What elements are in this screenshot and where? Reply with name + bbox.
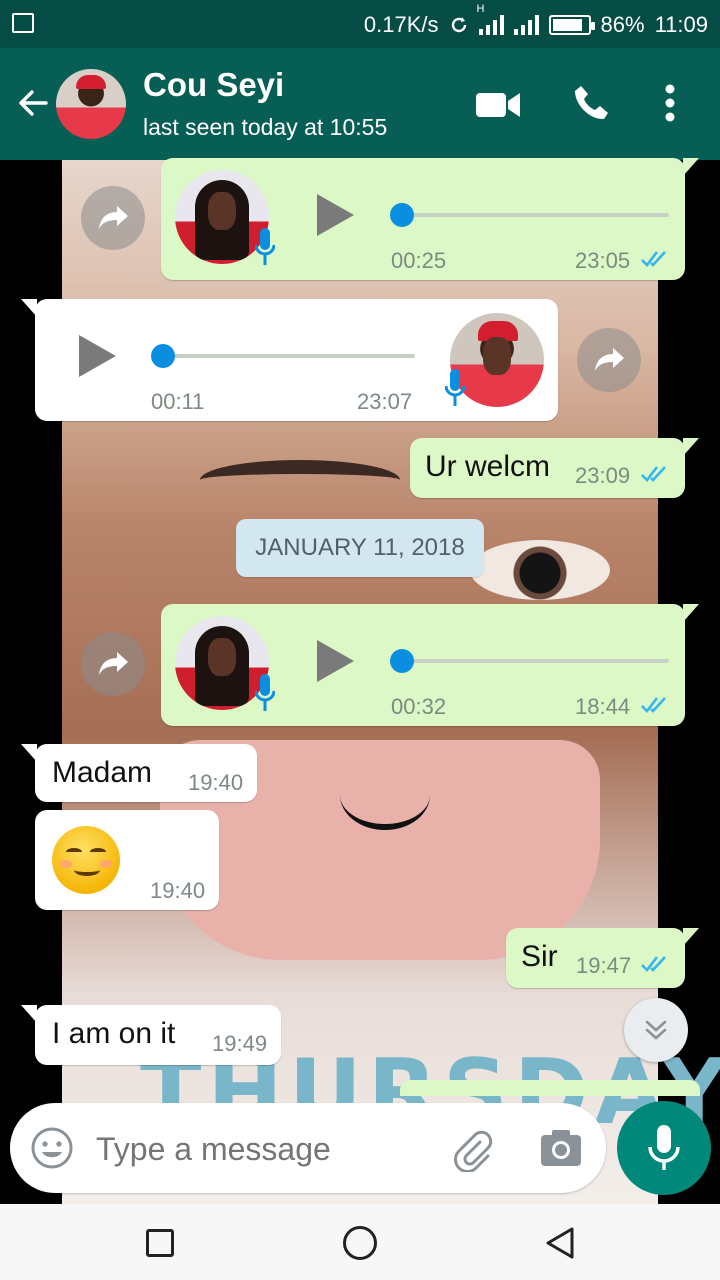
forward-icon[interactable] [81, 186, 145, 250]
message-time: 19:47 [576, 953, 632, 978]
message-time: 19:40 [150, 878, 206, 903]
status-bar: 0.17K/s H 86% 11:09 [0, 0, 720, 48]
more-options-icon[interactable] [664, 84, 676, 122]
audio-progress-track[interactable] [159, 354, 415, 358]
recents-button[interactable] [146, 1229, 174, 1257]
audio-seek-knob[interactable] [390, 649, 414, 673]
last-seen-status[interactable]: last seen today at 10:55 [143, 114, 387, 141]
video-call-icon[interactable] [476, 91, 520, 119]
read-receipt-icon [641, 466, 666, 482]
text-message[interactable]: Ur welcm 23:09 [410, 438, 699, 498]
text-message[interactable]: Sir 19:47 [506, 928, 699, 988]
play-button[interactable] [317, 194, 354, 236]
read-receipt-icon [641, 697, 666, 713]
microphone-icon [648, 1125, 680, 1170]
play-button[interactable] [317, 640, 354, 682]
audio-progress-track[interactable] [397, 213, 669, 217]
voice-message[interactable]: 00:11 23:07 [21, 299, 558, 421]
mic-icon [255, 674, 275, 711]
text-message[interactable]: Madam 19:40 [21, 744, 257, 802]
camera-icon[interactable] [540, 1129, 582, 1167]
voice-call-icon[interactable] [572, 83, 612, 123]
forward-icon[interactable] [81, 632, 145, 696]
message-composer [10, 1103, 606, 1193]
message-text: Sir [521, 940, 558, 973]
network-speed: 0.17K/s [363, 12, 439, 37]
back-arrow-icon[interactable] [16, 86, 50, 120]
battery-icon [548, 15, 595, 35]
signal-icon [513, 15, 539, 35]
battery-level: 86% [600, 12, 645, 37]
mic-icon [255, 228, 275, 265]
attach-icon[interactable] [450, 1128, 494, 1172]
audio-seek-knob[interactable] [390, 203, 414, 227]
text-message[interactable]: I am on it 19:49 [21, 1005, 281, 1065]
read-receipt-icon [641, 956, 666, 972]
message-input[interactable] [96, 1131, 436, 1168]
relieved-face-emoji [52, 826, 120, 894]
play-button[interactable] [79, 335, 116, 377]
status-clock: 11:09 [654, 12, 708, 37]
audio-progress-track[interactable] [397, 659, 669, 663]
rotate-icon [451, 17, 466, 33]
screencast-icon [12, 13, 34, 33]
message-time: 19:40 [188, 770, 244, 795]
message-text: Madam [52, 756, 153, 789]
message-time: 23:07 [357, 389, 413, 414]
voice-duration: 00:11 [151, 389, 205, 414]
emoji-icon[interactable] [30, 1126, 74, 1170]
message-text: Ur welcm [425, 450, 550, 483]
back-button[interactable] [544, 1226, 576, 1260]
scroll-to-bottom-button[interactable] [624, 998, 688, 1062]
read-receipt-icon [641, 251, 666, 267]
date-separator: JANUARY 11, 2018 [236, 519, 484, 577]
chat-header: Cou Seyi last seen today at 10:55 [0, 48, 720, 160]
system-navigation-bar [0, 1204, 720, 1280]
forward-icon[interactable] [577, 328, 641, 392]
message-time: 18:44 [575, 694, 631, 719]
audio-seek-knob[interactable] [151, 344, 175, 368]
mic-icon [445, 369, 465, 406]
voice-message[interactable]: 00:32 18:44 [161, 604, 699, 726]
contact-name[interactable]: Cou Seyi [143, 66, 284, 104]
contact-avatar[interactable] [56, 69, 126, 139]
double-chevron-down-icon [645, 1020, 667, 1040]
message-time: 23:05 [575, 248, 631, 273]
record-voice-button[interactable] [617, 1101, 711, 1195]
message-time: 19:49 [212, 1031, 268, 1056]
mobile-signal-icon: H [477, 3, 504, 35]
voice-duration: 00:32 [391, 694, 447, 719]
home-button[interactable] [343, 1226, 377, 1260]
message-time: 23:09 [575, 463, 631, 488]
message-text: I am on it [52, 1017, 176, 1050]
voice-message[interactable]: 00:25 23:05 [161, 158, 699, 280]
partial-message [400, 1080, 700, 1096]
voice-duration: 00:25 [391, 248, 447, 273]
